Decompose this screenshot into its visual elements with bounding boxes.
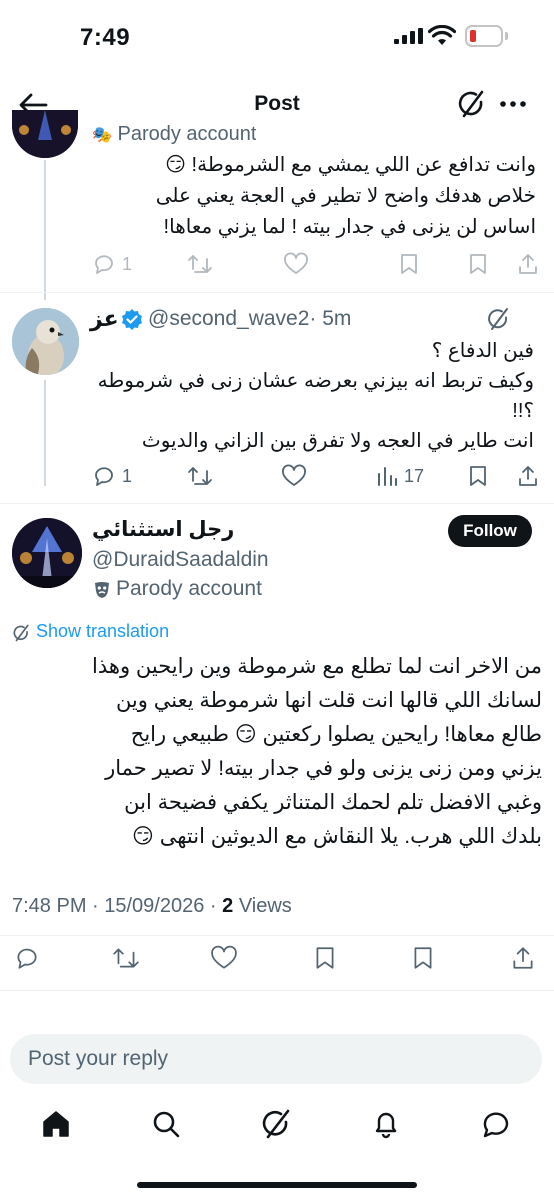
avatar[interactable]: [12, 308, 79, 375]
grok-icon: [458, 90, 484, 118]
reply-button[interactable]: [14, 945, 40, 971]
divider: [0, 503, 554, 504]
nav-grok[interactable]: [260, 1108, 292, 1140]
views-icon: [378, 467, 397, 486]
share-button[interactable]: [510, 945, 536, 971]
notifications-icon: [375, 1112, 397, 1139]
bookmark-icon: [414, 947, 432, 969]
repost-button[interactable]: [112, 945, 140, 971]
parody-label: Parody account: [116, 577, 262, 600]
reply-button[interactable]: 1: [92, 252, 132, 276]
bookmark-icon: [470, 254, 486, 274]
reply-icon: [95, 467, 113, 486]
thread-line: [44, 380, 46, 486]
author-handle[interactable]: @second_wave2· 5m: [148, 307, 351, 331]
show-translation-link[interactable]: Show translation: [36, 621, 169, 642]
grok-icon: [488, 308, 508, 330]
views-button[interactable]: 17: [376, 464, 424, 488]
battery-icon: [465, 25, 503, 47]
messages-icon: [483, 1112, 509, 1138]
verified-badge-icon: [120, 308, 144, 332]
reply-input[interactable]: [10, 1034, 542, 1084]
grok-button[interactable]: [486, 307, 510, 331]
reply-icon: [17, 948, 37, 969]
status-time: 7:49: [80, 24, 131, 51]
more-button[interactable]: [498, 94, 528, 114]
divider: [0, 935, 554, 936]
tweet-text: وانت تدافع عن اللي يمشي مع الشرموطة! 😏 خ…: [155, 154, 536, 238]
repost-icon: [188, 467, 212, 485]
avatar[interactable]: [12, 110, 78, 158]
author-name[interactable]: رجل استثنائي: [92, 517, 234, 542]
wifi-icon: [428, 25, 456, 47]
bookmark-button-2[interactable]: [466, 252, 490, 276]
avatar[interactable]: [12, 518, 82, 588]
bookmark-button[interactable]: [466, 464, 490, 488]
tweet-timestamp: 7:48 PM · 15/09/2026 · 2 Views: [12, 895, 292, 917]
bookmark-icon: [401, 254, 417, 274]
divider: [0, 292, 554, 293]
reply-button[interactable]: 1: [92, 464, 132, 488]
parody-mask-icon: 🎭: [92, 127, 112, 144]
views-count: 2: [222, 895, 234, 917]
parody-label: 🎭 Parody account: [92, 123, 257, 145]
bookmark-button[interactable]: [312, 945, 338, 971]
more-icon: [500, 101, 526, 107]
battery-nub: [505, 32, 508, 40]
like-icon: [211, 945, 237, 969]
divider: [0, 990, 554, 991]
bookmark-button[interactable]: [397, 252, 421, 276]
nav-notifications[interactable]: [370, 1108, 402, 1140]
parody-mask-icon: [92, 580, 112, 600]
like-icon: [282, 464, 306, 486]
bookmark-icon: [316, 947, 334, 969]
nav-home[interactable]: [40, 1108, 72, 1140]
share-button[interactable]: [516, 252, 540, 276]
bookmark-button-2[interactable]: [410, 945, 436, 971]
reply-icon: [95, 255, 113, 274]
nav-messages[interactable]: [480, 1108, 512, 1140]
home-icon: [43, 1111, 69, 1137]
tweet-text: من الاخر انت لما تطلع مع شرموطة وين رايح…: [92, 655, 542, 848]
grok-button[interactable]: [456, 89, 486, 119]
repost-button[interactable]: [187, 464, 213, 488]
repost-button[interactable]: [187, 252, 213, 276]
translate-icon: [12, 624, 30, 642]
nav-search[interactable]: [150, 1108, 182, 1140]
repost-icon: [188, 255, 212, 273]
author-name[interactable]: عز: [90, 306, 119, 332]
tweet-text: فين الدفاع ؟ وكيف تربط انه بيزني بعرضه ع…: [97, 340, 534, 452]
like-button[interactable]: [283, 252, 309, 276]
share-icon: [513, 947, 533, 969]
share-icon: [519, 466, 537, 486]
home-indicator: [137, 1182, 417, 1188]
share-button[interactable]: [516, 464, 540, 488]
like-button[interactable]: [281, 464, 307, 488]
share-icon: [519, 254, 537, 274]
like-icon: [284, 252, 308, 274]
follow-button[interactable]: Follow: [448, 515, 532, 547]
grok-icon: [262, 1109, 290, 1139]
search-icon: [153, 1111, 180, 1138]
repost-icon: [113, 948, 139, 968]
signal-icon: [394, 28, 424, 44]
thread-line: [44, 160, 46, 300]
like-button[interactable]: [210, 945, 238, 971]
bookmark-icon: [470, 466, 486, 486]
author-handle[interactable]: @DuraidSaadaldin: [92, 548, 269, 572]
